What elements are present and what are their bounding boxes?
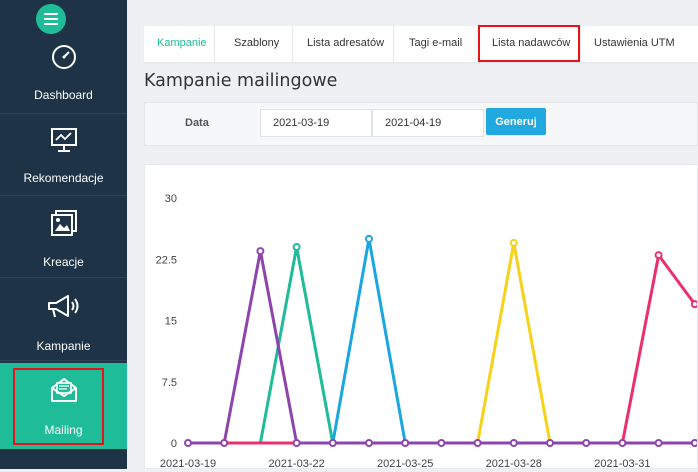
data-point [256, 247, 265, 256]
y-tick-label: 7.5 [162, 377, 177, 389]
data-point [654, 251, 663, 260]
y-tick-label: 15 [165, 316, 177, 328]
tab-ustawienia-utm[interactable]: Ustawienia UTM [594, 26, 675, 62]
monitor-chart-icon [50, 128, 77, 152]
data-point [690, 300, 698, 309]
sidebar-item-dashboard[interactable]: Dashboard [0, 30, 127, 114]
y-tick-label: 22.5 [156, 254, 177, 266]
tab-divider [292, 26, 293, 62]
menu-icon[interactable] [36, 4, 66, 34]
tab-szablony[interactable]: Szablony [234, 26, 279, 62]
tab-kampanie[interactable]: Kampanie [157, 26, 207, 62]
x-tick-label: 2021-03-19 [160, 458, 216, 468]
y-tick-label: 0 [171, 438, 177, 450]
page-title: Kampanie mailingowe [144, 71, 338, 91]
highlight-box [478, 25, 580, 62]
gauge-icon [51, 45, 76, 69]
x-tick-label: 2021-03-31 [594, 458, 650, 468]
tab-lista-adresatow[interactable]: Lista adresatów [307, 26, 384, 62]
data-point [220, 439, 229, 447]
data-point [437, 439, 446, 447]
sidebar-item-kampanie[interactable]: Kampanie [0, 279, 127, 361]
y-tick-label: 30 [165, 193, 177, 205]
tab-tagi-email[interactable]: Tagi e-mail [409, 26, 462, 62]
date-label: Data [185, 117, 209, 129]
tab-bar: Kampanie Szablony Lista adresatów Tagi e… [144, 26, 698, 62]
x-tick-label: 2021-03-25 [377, 458, 433, 468]
sidebar-item-label: Rekomendacje [23, 171, 104, 185]
data-point [509, 238, 518, 247]
data-point [618, 439, 627, 447]
data-point [292, 243, 301, 251]
data-point [473, 439, 482, 447]
sidebar-item-label: Kreacje [43, 255, 84, 269]
date-filter-bar: Data Generuj [144, 102, 698, 146]
chart-card: 0 7.5 15 22.5 30 2021-03-19 2021-03-22 2021-03-… [144, 164, 698, 470]
data-point [365, 234, 373, 243]
sidebar-item-label: Kampanie [36, 339, 91, 353]
data-point [582, 439, 591, 447]
sidebar-item-kreacje[interactable]: Kreacje [0, 196, 127, 278]
data-point [546, 439, 554, 447]
hamburger-icon [44, 13, 58, 25]
data-point [328, 439, 337, 447]
series-line [188, 249, 695, 445]
data-point [690, 439, 698, 447]
data-point [509, 439, 518, 447]
x-tick-label: 2021-03-28 [486, 458, 542, 468]
data-point [184, 439, 192, 447]
generate-button[interactable]: Generuj [486, 108, 546, 135]
date-to-input[interactable] [372, 109, 484, 137]
data-point [365, 439, 373, 447]
x-tick-label: 2021-03-22 [268, 458, 324, 468]
line-chart: 0 7.5 15 22.5 30 2021-03-19 2021-03-22 2021-03-… [156, 193, 698, 470]
tab-divider [393, 26, 394, 62]
data-point [401, 439, 410, 447]
date-from-input[interactable] [260, 109, 372, 137]
sidebar-item-rekomendacje[interactable]: Rekomendacje [0, 114, 127, 196]
sidebar: Dashboard Rekomendacje Kreacje Kampanie [0, 0, 127, 469]
sidebar-item-label: Dashboard [34, 88, 93, 102]
tab-divider [580, 26, 581, 62]
megaphone-icon [47, 295, 78, 318]
images-icon [50, 210, 77, 236]
data-point [292, 439, 301, 447]
series-line [188, 253, 697, 445]
highlight-box [13, 368, 104, 445]
data-point [654, 439, 663, 447]
tab-divider [214, 26, 215, 62]
